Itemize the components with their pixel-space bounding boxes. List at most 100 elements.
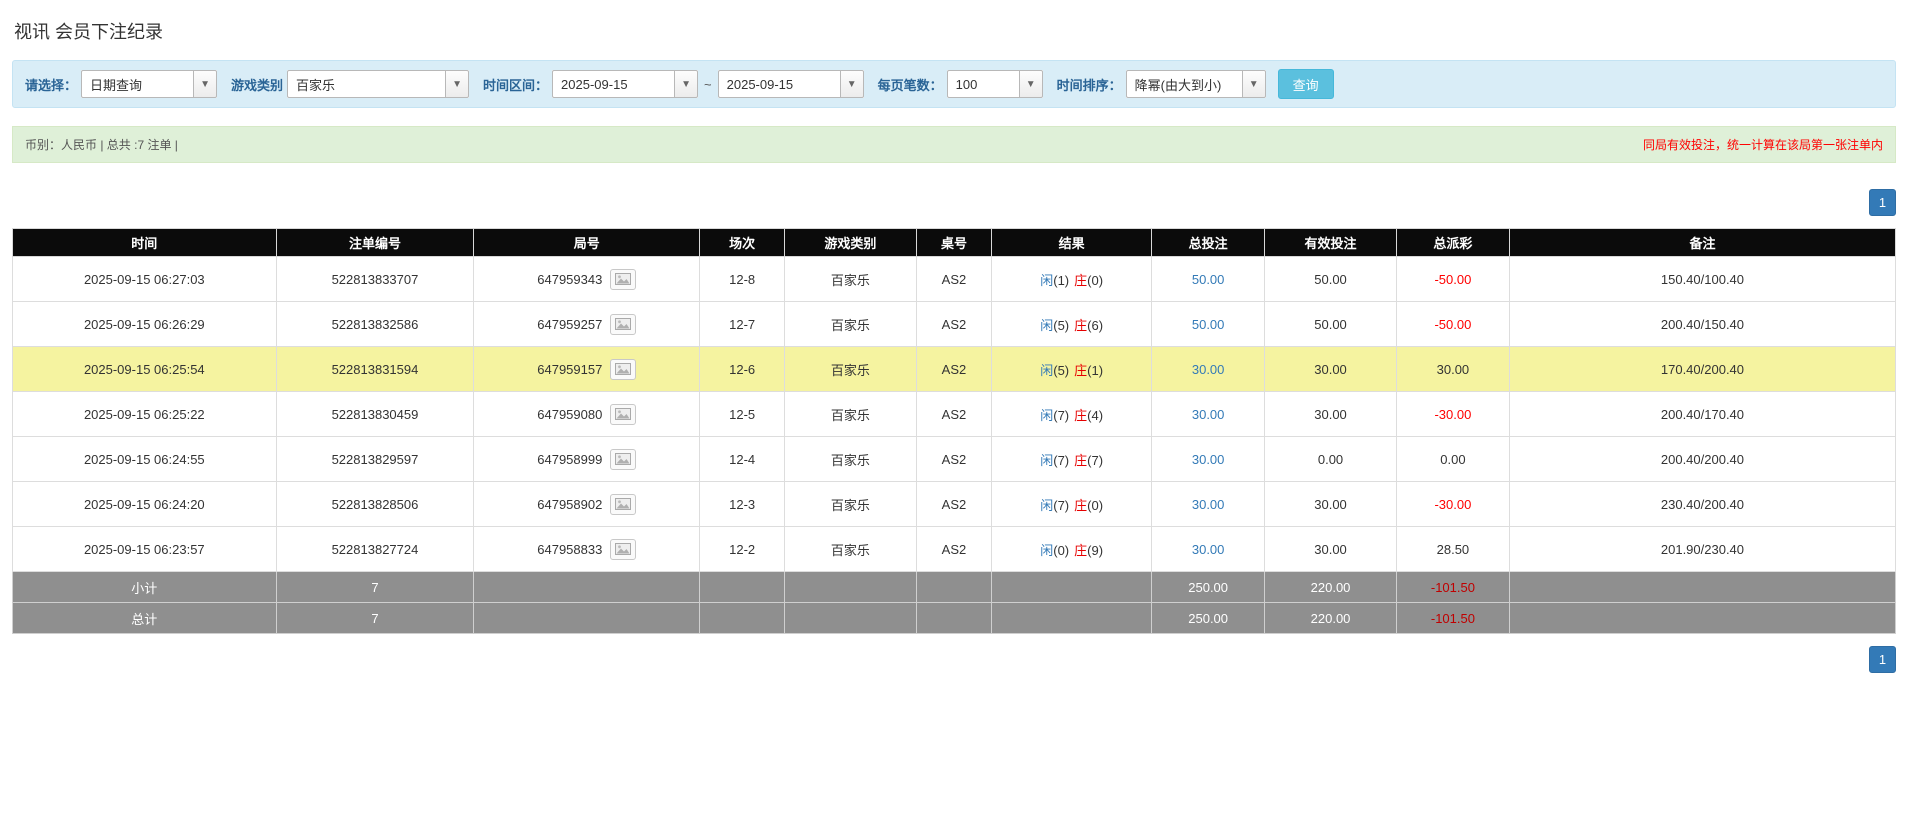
cell-table-no: AS2 xyxy=(915,391,993,437)
game-result-image-icon[interactable] xyxy=(610,448,637,470)
cell-total-bet[interactable]: 50.00 xyxy=(1151,301,1266,347)
result-player-label: 闲 xyxy=(1040,497,1054,513)
result-player-label: 闲 xyxy=(1040,407,1054,423)
query-type-input[interactable] xyxy=(81,70,194,98)
cell-total-bet[interactable]: 30.00 xyxy=(1151,391,1266,437)
valid-bet-notice-text: 同局有效投注，统一计算在该局第一张注单内 xyxy=(1642,138,1883,152)
result-player-count: (5) xyxy=(1053,317,1070,333)
cell-total-bet[interactable]: 30.00 xyxy=(1151,346,1266,392)
cell-round-id: 647958999 xyxy=(473,436,701,482)
header-table-no: 桌号 xyxy=(915,228,993,257)
table-body: 2025-09-15 06:27:03 522813833707 6479593… xyxy=(12,256,1897,572)
time-sort-input[interactable] xyxy=(1125,70,1242,98)
cell-table-no: AS2 xyxy=(915,256,993,302)
result-banker-count: (9) xyxy=(1087,542,1104,558)
game-result-image-icon[interactable] xyxy=(610,538,637,560)
cell-valid-bet: 0.00 xyxy=(1264,436,1397,482)
subtotal-label: 小计 xyxy=(12,571,277,603)
result-player-count: (7) xyxy=(1053,452,1070,468)
grand-total-valid-bet: 220.00 xyxy=(1264,602,1397,634)
grand-total-count: 7 xyxy=(275,602,475,634)
result-banker-count: (0) xyxy=(1087,272,1104,288)
cell-round-id: 647959343 xyxy=(473,256,701,302)
result-banker-label: 庄 xyxy=(1074,272,1088,288)
cell-game-type: 百家乐 xyxy=(784,436,917,482)
cell-payout: 28.50 xyxy=(1395,526,1510,572)
cell-payout: 30.00 xyxy=(1395,346,1510,392)
cell-note: 200.40/200.40 xyxy=(1508,436,1897,482)
cell-bet-id: 522813827724 xyxy=(275,526,475,572)
game-result-image-icon[interactable] xyxy=(610,268,637,290)
result-player-label: 闲 xyxy=(1040,317,1054,333)
date-from-input[interactable] xyxy=(552,70,675,98)
chevron-down-icon[interactable]: ▼ xyxy=(674,70,699,98)
date-from-picker: ▼ xyxy=(552,70,699,98)
cell-total-bet[interactable]: 30.00 xyxy=(1151,526,1266,572)
result-banker-count: (7) xyxy=(1087,452,1104,468)
cell-result: 闲(7) 庄(0) xyxy=(991,481,1153,527)
query-type-label: 请选择： xyxy=(25,77,78,93)
result-banker-label: 庄 xyxy=(1074,542,1088,558)
pagination-bottom: 1 xyxy=(12,646,1896,673)
cell-session: 12-3 xyxy=(699,481,785,527)
round-number: 647958833 xyxy=(537,541,603,557)
page-button[interactable]: 1 xyxy=(1869,646,1896,673)
cell-game-type: 百家乐 xyxy=(784,526,917,572)
chevron-down-icon[interactable]: ▼ xyxy=(1241,70,1266,98)
cell-payout: -30.00 xyxy=(1395,481,1510,527)
cell-game-type: 百家乐 xyxy=(784,346,917,392)
result-banker-label: 庄 xyxy=(1074,407,1088,423)
cell-bet-id: 522813828506 xyxy=(275,481,475,527)
cell-note: 170.40/200.40 xyxy=(1508,346,1897,392)
chevron-down-icon[interactable]: ▼ xyxy=(445,70,470,98)
result-player-label: 闲 xyxy=(1040,542,1054,558)
summary-bar: 币别：人民币 | 总共 :7 注单 | 同局有效投注，统一计算在该局第一张注单内 xyxy=(12,126,1896,163)
cell-round-id: 647958902 xyxy=(473,481,701,527)
result-banker-count: (4) xyxy=(1087,407,1104,423)
cell-session: 12-8 xyxy=(699,256,785,302)
cell-session: 12-5 xyxy=(699,391,785,437)
cell-total-bet[interactable]: 30.00 xyxy=(1151,436,1266,482)
header-valid-bet: 有效投注 xyxy=(1264,228,1397,257)
cell-time: 2025-09-15 06:27:03 xyxy=(12,256,277,302)
cell-total-bet[interactable]: 50.00 xyxy=(1151,256,1266,302)
game-result-image-icon[interactable] xyxy=(610,403,637,425)
cell-time: 2025-09-15 06:24:20 xyxy=(12,481,277,527)
cell-game-type: 百家乐 xyxy=(784,391,917,437)
cell-total-bet[interactable]: 30.00 xyxy=(1151,481,1266,527)
result-player-label: 闲 xyxy=(1040,272,1054,288)
header-game-type: 游戏类别 xyxy=(784,228,917,257)
result-banker-label: 庄 xyxy=(1074,497,1088,513)
game-result-image-icon[interactable] xyxy=(610,493,637,515)
round-number: 647958999 xyxy=(537,451,603,467)
result-banker-label: 庄 xyxy=(1074,362,1088,378)
result-player-count: (7) xyxy=(1053,497,1070,513)
cell-time: 2025-09-15 06:25:54 xyxy=(12,346,277,392)
header-session: 场次 xyxy=(699,228,785,257)
chevron-down-icon[interactable]: ▼ xyxy=(1018,70,1043,98)
result-player-label: 闲 xyxy=(1040,452,1054,468)
date-to-input[interactable] xyxy=(717,70,840,98)
chevron-down-icon[interactable]: ▼ xyxy=(193,70,218,98)
page-button[interactable]: 1 xyxy=(1869,189,1896,216)
page-title: 视讯 会员下注纪录 xyxy=(14,22,164,42)
cell-table-no: AS2 xyxy=(915,436,993,482)
game-result-image-icon[interactable] xyxy=(610,358,637,380)
round-number: 647959257 xyxy=(537,316,603,332)
game-type-combobox: ▼ xyxy=(287,70,470,98)
game-result-image-icon[interactable] xyxy=(610,313,637,335)
search-button[interactable]: 查询 xyxy=(1277,69,1334,99)
result-player-count: (7) xyxy=(1053,407,1070,423)
cell-table-no: AS2 xyxy=(915,481,993,527)
round-number: 647959157 xyxy=(537,361,603,377)
cell-bet-id: 522813832586 xyxy=(275,301,475,347)
cell-valid-bet: 30.00 xyxy=(1264,481,1397,527)
round-number: 647959343 xyxy=(537,271,603,287)
chevron-down-icon[interactable]: ▼ xyxy=(839,70,864,98)
query-type-combobox: ▼ xyxy=(81,70,218,98)
page-size-input[interactable] xyxy=(946,70,1019,98)
cell-time: 2025-09-15 06:24:55 xyxy=(12,436,277,482)
result-banker-label: 庄 xyxy=(1074,452,1088,468)
cell-time: 2025-09-15 06:25:22 xyxy=(12,391,277,437)
game-type-input[interactable] xyxy=(287,70,446,98)
